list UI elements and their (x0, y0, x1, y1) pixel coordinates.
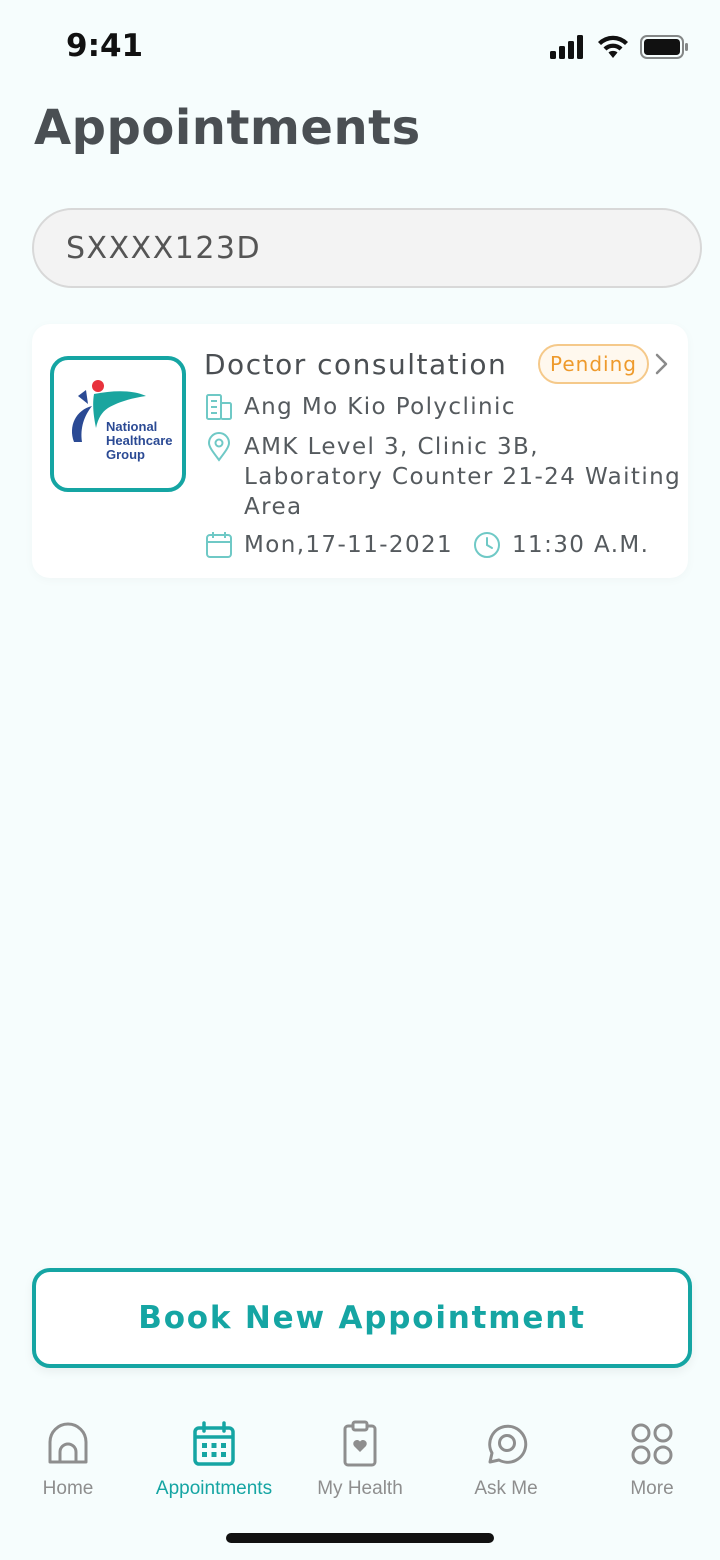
signal-icon (550, 35, 583, 59)
location-text: AMK Level 3, Clinic 3B, Laboratory Count… (244, 434, 682, 520)
clinic-logo: National Healthcare Group (50, 356, 186, 492)
patient-id-field[interactable] (32, 208, 702, 288)
building-icon (206, 394, 232, 420)
book-new-appointment-button[interactable]: Book New Appointment (32, 1268, 692, 1368)
calendar-icon (206, 532, 232, 558)
nav-item-my-health[interactable]: My Health (290, 1420, 430, 1500)
patient-id-input[interactable] (34, 210, 700, 286)
chevron-right-icon (655, 353, 668, 375)
status-bar: 9:41 (0, 0, 720, 90)
nav-item-ask-me[interactable]: Ask Me (436, 1420, 576, 1500)
nav-item-appointments[interactable]: Appointments (144, 1420, 284, 1500)
status-time: 9:41 (66, 28, 144, 64)
nav-label-home: Home (42, 1478, 94, 1499)
appointment-card[interactable]: National Healthcare Group Doctor consult… (32, 324, 688, 578)
time-row: 11:30 A.M. (472, 530, 649, 560)
wifi-icon (598, 35, 628, 58)
clinic-row: Ang Mo Kio Polyclinic (204, 392, 516, 422)
battery-icon (640, 35, 688, 59)
home-icon (48, 1422, 88, 1464)
nav-label-my-health: My Health (317, 1478, 403, 1499)
clipboard-heart-icon (343, 1420, 377, 1467)
date-row: Mon,17-11-2021 (204, 530, 453, 560)
appointments-screen: 9:41 Appointments SXXXX123D National Hea… (0, 0, 720, 1560)
location-row: AMK Level 3, Clinic 3B, Laboratory Count… (204, 432, 684, 522)
clinic-name: Ang Mo Kio Polyclinic (244, 394, 516, 420)
chat-icon (488, 1424, 528, 1464)
location-pin-icon (207, 432, 231, 462)
nav-label-ask-me: Ask Me (474, 1478, 538, 1499)
home-indicator (226, 1533, 494, 1543)
nav-item-home[interactable]: Home (0, 1420, 138, 1500)
nav-label-appointments: Appointments (155, 1478, 273, 1499)
appointment-time: 11:30 A.M. (512, 532, 650, 558)
appointment-date: Mon,17-11-2021 (244, 532, 454, 558)
nav-item-more[interactable]: More (582, 1420, 720, 1500)
page-title: Appointments (34, 100, 421, 156)
appointment-title: Doctor consultation (204, 348, 508, 381)
clock-icon (474, 532, 500, 558)
logo-text: National Healthcare Group (106, 419, 173, 462)
grid-icon (631, 1423, 673, 1465)
status-icons (550, 34, 690, 60)
calendar-icon (193, 1421, 235, 1466)
status-badge: Pending (538, 344, 649, 384)
nav-label-more: More (630, 1478, 674, 1499)
